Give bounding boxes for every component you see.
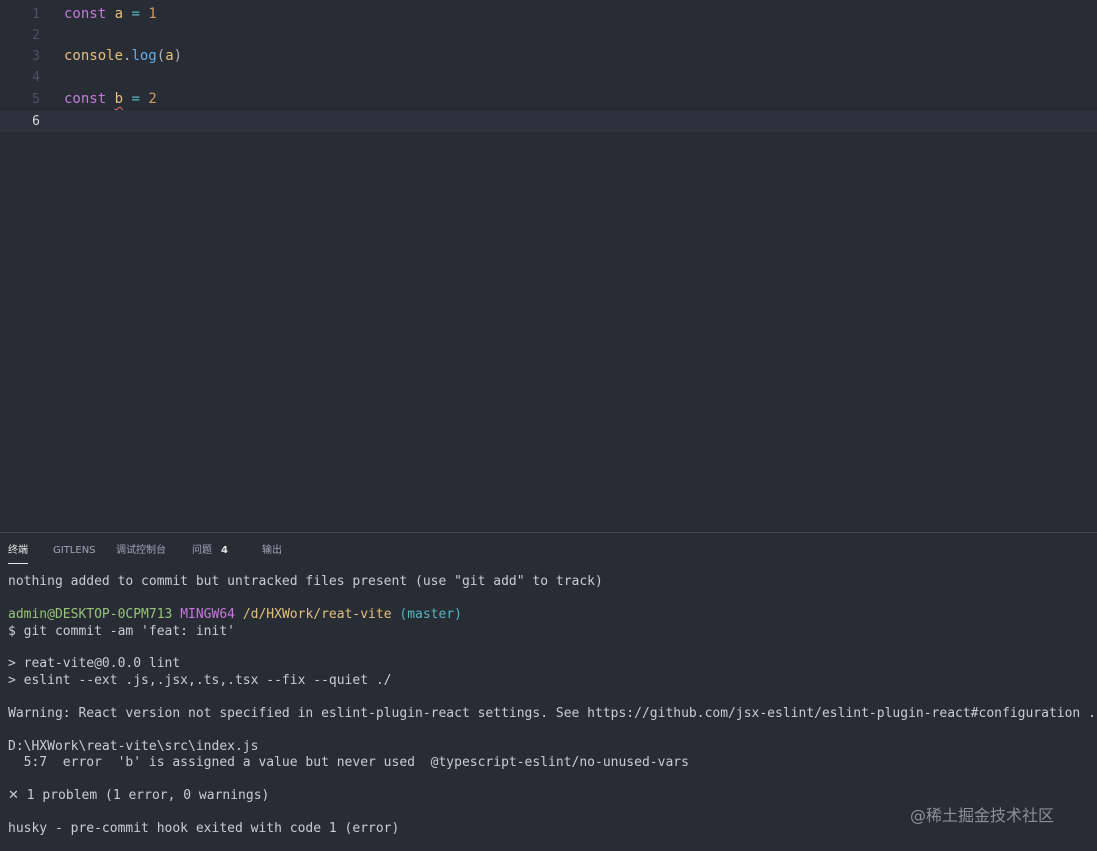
identifier-error-squiggle[interactable]: b <box>115 91 123 107</box>
tab-problems[interactable]: 问题 4 <box>192 543 228 563</box>
prompt-branch: (master) <box>399 607 462 622</box>
terminal-file-path: D:\HXWork\reat-vite\src\index.js <box>8 739 259 754</box>
operator: = <box>131 91 140 107</box>
line-number: 1 <box>32 7 40 22</box>
panel-tabs: 终端 GITLENS 调试控制台 问题 4 输出 <box>0 533 600 567</box>
code-line-4[interactable]: 4 <box>0 67 1097 88</box>
terminal-command: $ git commit -am 'feat: init' <box>8 624 235 639</box>
identifier: console <box>64 48 124 64</box>
line-number: 2 <box>32 28 40 43</box>
watermark: @稀土掘金技术社区 <box>910 806 1055 825</box>
tab-label: 问题 <box>192 545 212 556</box>
method-name: log <box>131 48 157 64</box>
code-line-6-current[interactable]: 6 <box>0 111 1097 132</box>
tab-terminal[interactable]: 终端 <box>8 543 28 564</box>
prompt-user: admin@DESKTOP-0CPM713 <box>8 607 173 622</box>
code-line-2[interactable]: 2 <box>0 25 1097 46</box>
terminal-problem-summary: ✕ 1 problem (1 error, 0 warnings) <box>8 787 269 804</box>
prompt-system: MINGW64 <box>180 607 235 622</box>
tab-label: 调试控制台 <box>116 545 166 556</box>
line-number: 5 <box>32 92 40 107</box>
tab-gitlens[interactable]: GITLENS <box>53 543 96 563</box>
tab-label: 终端 <box>8 545 28 556</box>
number-literal: 2 <box>148 91 157 107</box>
terminal-line: husky - pre-commit hook exited with code… <box>8 821 400 836</box>
code-line-1[interactable]: 1 const a = 1 <box>0 4 1097 25</box>
identifier: a <box>114 6 124 22</box>
code-line-5[interactable]: 5 const b = 2 <box>0 89 1097 110</box>
terminal-line: > reat-vite@0.0.0 lint <box>8 656 181 671</box>
terminal-error: 5:7 error 'b' is assigned a value but ne… <box>8 755 689 770</box>
line-number: 4 <box>32 70 40 85</box>
tab-label: 输出 <box>262 545 282 556</box>
line-number: 6 <box>32 114 40 129</box>
number-literal: 1 <box>148 6 157 22</box>
line-number: 3 <box>32 49 40 64</box>
code-line-3[interactable]: 3 console.log(a) <box>0 46 1097 67</box>
punctuation: ) <box>173 48 183 64</box>
problem-text: 1 problem (1 error, 0 warnings) <box>26 788 270 803</box>
prompt-path: /d/HXWork/reat-vite <box>242 607 392 622</box>
code-editor[interactable]: 1 const a = 1 2 3 console.log(a) 4 5 con… <box>0 0 1097 532</box>
terminal-warning: Warning: React version not specified in … <box>8 706 1096 721</box>
problems-count-badge: 4 <box>221 545 228 556</box>
identifier: a <box>165 48 174 64</box>
terminal-prompt: admin@DESKTOP-0CPM713 MINGW64 /d/HXWork/… <box>8 606 462 623</box>
keyword: const <box>64 91 107 107</box>
terminal-line: nothing added to commit but untracked fi… <box>8 574 603 589</box>
tab-label: GITLENS <box>53 545 96 556</box>
keyword: const <box>64 6 107 22</box>
operator: = <box>131 6 140 22</box>
terminal-line: > eslint --ext .js,.jsx,.ts,.tsx --fix -… <box>8 673 392 688</box>
punctuation: ( <box>156 48 166 64</box>
tab-debug-console[interactable]: 调试控制台 <box>116 543 166 563</box>
tab-output[interactable]: 输出 <box>262 543 282 563</box>
error-x-icon: ✕ <box>8 788 19 803</box>
